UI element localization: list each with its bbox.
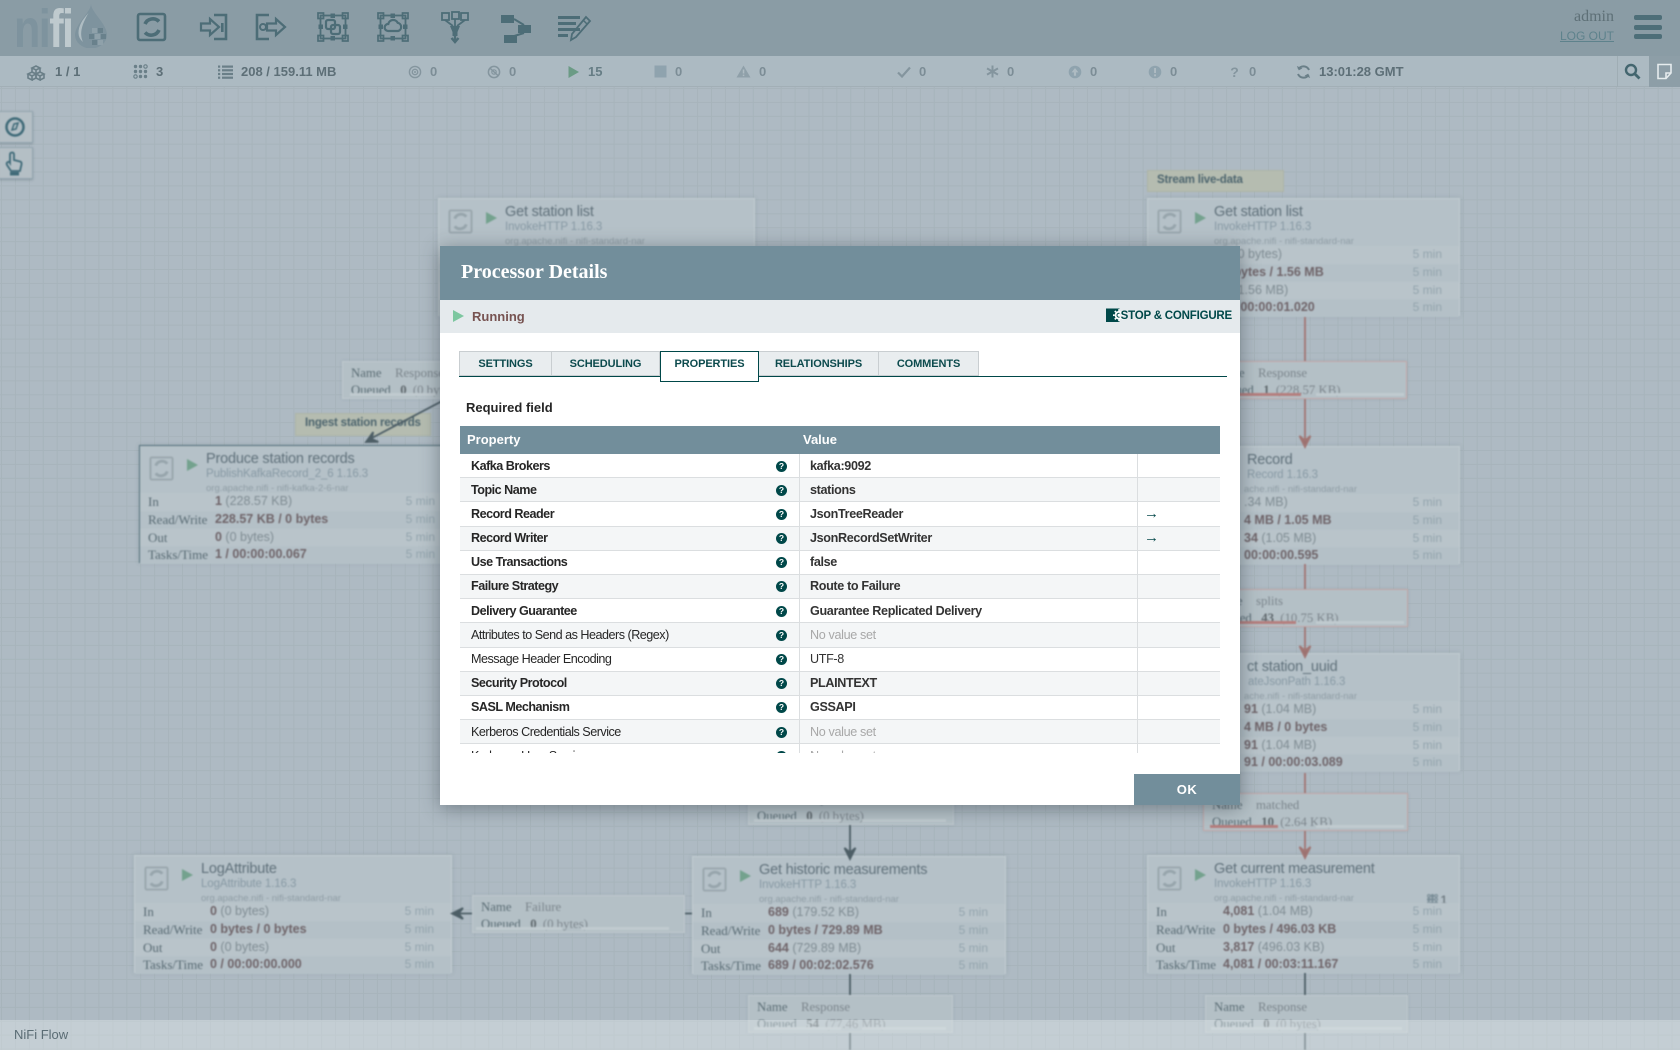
svg-text:?: ? [1230, 65, 1239, 79]
